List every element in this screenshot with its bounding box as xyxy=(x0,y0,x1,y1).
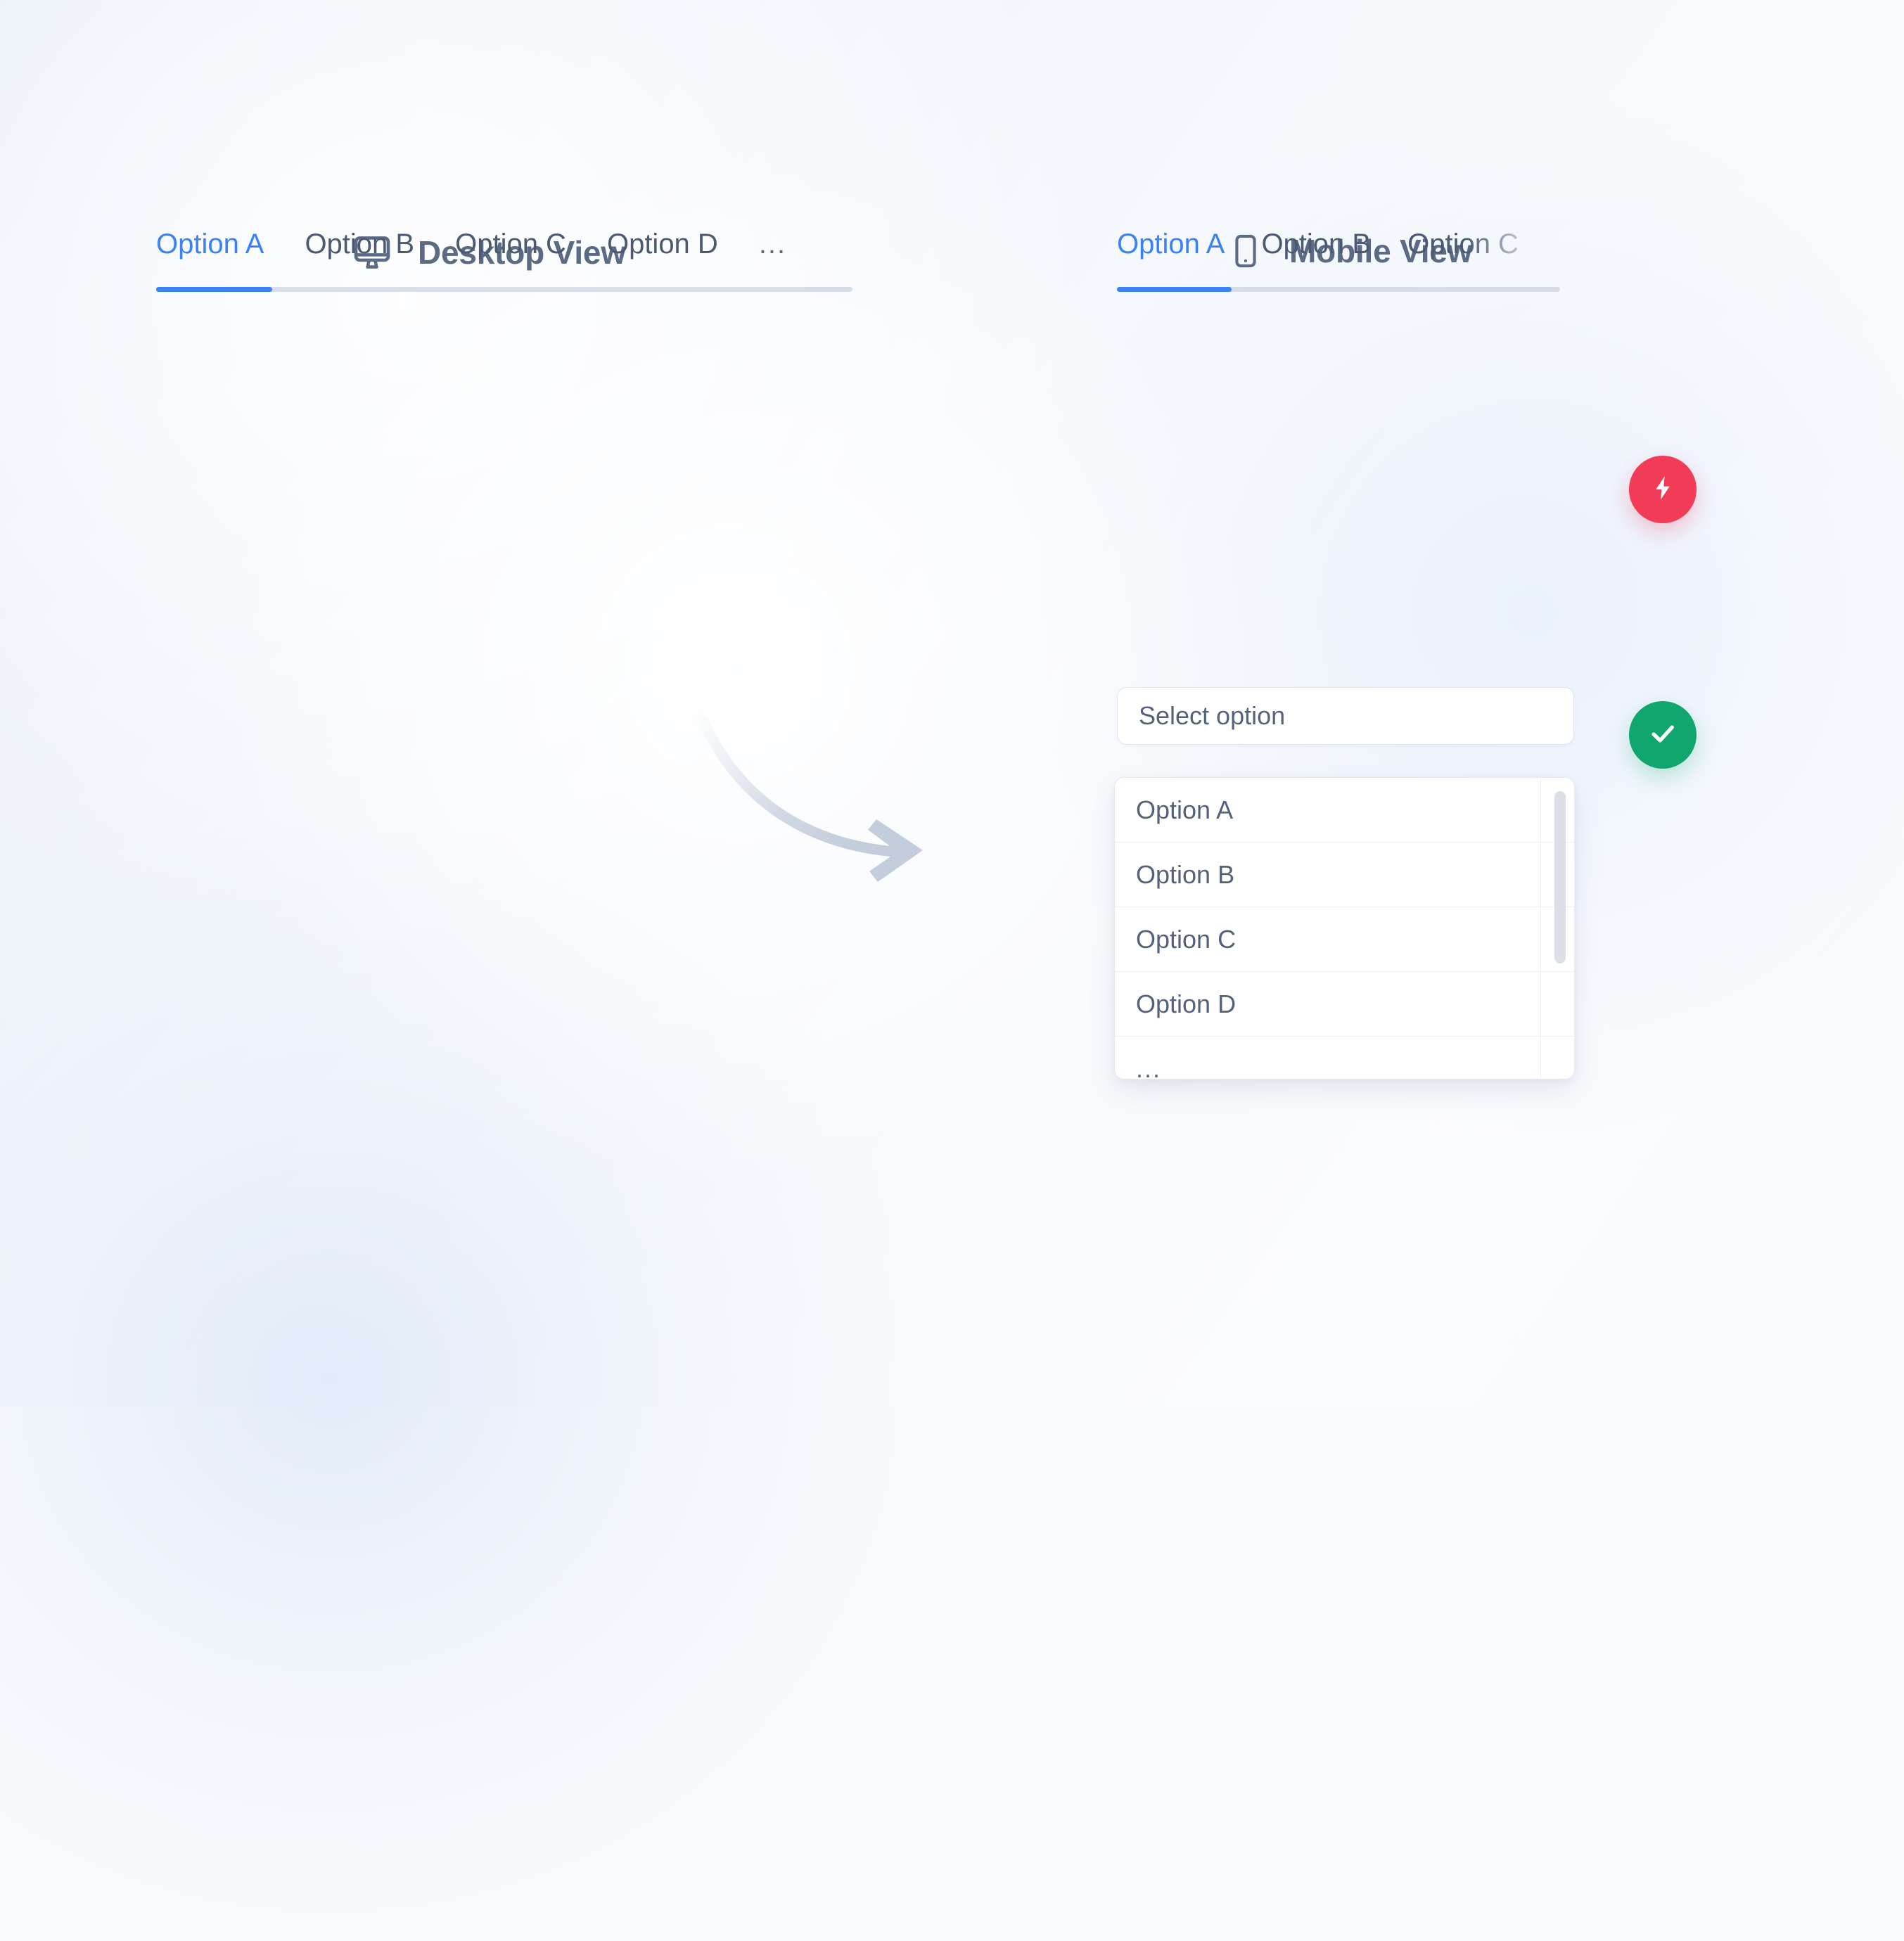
dropdown-scroll-area[interactable]: Option A Option B Option C Option D ... xyxy=(1115,778,1574,1079)
mobile-tab-option-b[interactable]: Option B xyxy=(1261,229,1371,260)
dropdown-option-ellipsis[interactable]: ... xyxy=(1115,1037,1574,1079)
mobile-tabs-row: Option A Option B Option C xyxy=(1117,229,1567,287)
desktop-active-tab-indicator xyxy=(156,287,272,292)
select-input[interactable]: Select option xyxy=(1117,687,1574,745)
mobile-tab-option-a[interactable]: Option A xyxy=(1117,229,1225,260)
tab-option-d[interactable]: Option D xyxy=(607,229,718,260)
tab-overflow-ellipsis[interactable]: ... xyxy=(759,229,786,260)
tab-option-a[interactable]: Option A xyxy=(156,229,264,260)
dropdown-option-d[interactable]: Option D xyxy=(1115,972,1574,1037)
mobile-tabs-scroller[interactable]: Option A Option B Option C xyxy=(1117,229,1567,287)
desktop-tab-track xyxy=(156,287,852,292)
tab-option-c[interactable]: Option C xyxy=(455,229,566,260)
mobile-tab-track xyxy=(1117,287,1560,292)
mobile-active-tab-indicator xyxy=(1117,287,1232,292)
desktop-tabs: Option A Option B Option C Option D ... xyxy=(156,229,852,292)
alert-badge[interactable] xyxy=(1629,456,1697,523)
select-value-text: Select option xyxy=(1139,701,1286,730)
check-icon xyxy=(1647,718,1678,752)
dropdown-option-b[interactable]: Option B xyxy=(1115,843,1574,907)
lightning-bolt-icon xyxy=(1649,474,1677,506)
flow-arrow-icon xyxy=(675,703,971,900)
dropdown-option-c[interactable]: Option C xyxy=(1115,907,1574,972)
select-dropdown-list[interactable]: Option A Option B Option C Option D ... xyxy=(1114,777,1575,1080)
mobile-tabs: Option A Option B Option C xyxy=(1117,229,1567,292)
mobile-tab-option-c[interactable]: Option C xyxy=(1407,229,1519,260)
tab-option-b[interactable]: Option B xyxy=(305,229,414,260)
dropdown-scrollbar[interactable] xyxy=(1554,788,1566,1070)
dropdown-option-a[interactable]: Option A xyxy=(1115,778,1574,843)
dropdown-scrollbar-thumb[interactable] xyxy=(1554,791,1566,963)
background-glow-center xyxy=(211,141,1266,1196)
desktop-tabs-row: Option A Option B Option C Option D ... xyxy=(156,229,852,287)
success-badge[interactable] xyxy=(1629,701,1697,769)
